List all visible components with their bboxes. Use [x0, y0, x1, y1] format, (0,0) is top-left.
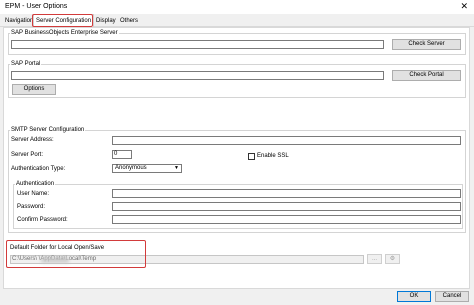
auth-type-select[interactable]: Anonymous ▼: [112, 164, 182, 173]
sap-portal-group-label: SAP Portal: [10, 61, 42, 67]
auth-type-value: Anonymous: [115, 165, 147, 171]
tab-display[interactable]: Display: [94, 16, 118, 27]
portal-options-button[interactable]: Options: [12, 84, 56, 95]
close-icon[interactable]: ✕: [460, 1, 468, 12]
password-label: Password:: [17, 204, 46, 210]
tab-others[interactable]: Others: [118, 16, 140, 27]
gear-icon: ⚙: [389, 256, 396, 262]
smtp-group-label: SMTP Server Configuration: [10, 127, 86, 133]
reset-folder-button[interactable]: ⚙: [385, 254, 400, 264]
chevron-down-icon: ▼: [174, 165, 179, 171]
window-title: EPM - User Options: [5, 3, 68, 10]
password-input[interactable]: [112, 202, 461, 211]
server-port-input[interactable]: 0: [112, 150, 132, 159]
tab-navigation[interactable]: Navigation: [3, 16, 35, 27]
server-port-label: Server Port:: [11, 152, 44, 158]
check-portal-button[interactable]: Check Portal: [392, 70, 461, 81]
cancel-button[interactable]: Cancel: [435, 291, 469, 302]
server-address-input[interactable]: [112, 136, 461, 145]
ok-button[interactable]: OK: [397, 291, 431, 302]
sap-bo-group-label: SAP BusinessObjects Enterprise Server: [10, 30, 119, 36]
enable-ssl-checkbox[interactable]: [248, 153, 255, 160]
tab-highlight-annotation: [32, 14, 93, 27]
enable-ssl-label: Enable SSL: [257, 153, 289, 159]
title-bar: EPM - User Options ✕: [0, 0, 474, 14]
confirm-password-label: Confirm Password:: [17, 217, 68, 223]
server-address-label: Server Address:: [11, 137, 54, 143]
confirm-password-input[interactable]: [112, 215, 461, 224]
user-name-input[interactable]: [112, 189, 461, 198]
authentication-group-label: Authentication: [15, 181, 56, 187]
auth-type-label: Authentication Type:: [11, 166, 66, 172]
check-server-button[interactable]: Check Server: [392, 39, 461, 50]
sap-bo-server-input[interactable]: [11, 40, 384, 49]
local-folder-highlight-annotation: [6, 240, 146, 268]
browse-folder-button[interactable]: ...: [367, 254, 382, 264]
sap-portal-input[interactable]: [11, 71, 384, 80]
user-name-label: User Name:: [17, 191, 50, 197]
